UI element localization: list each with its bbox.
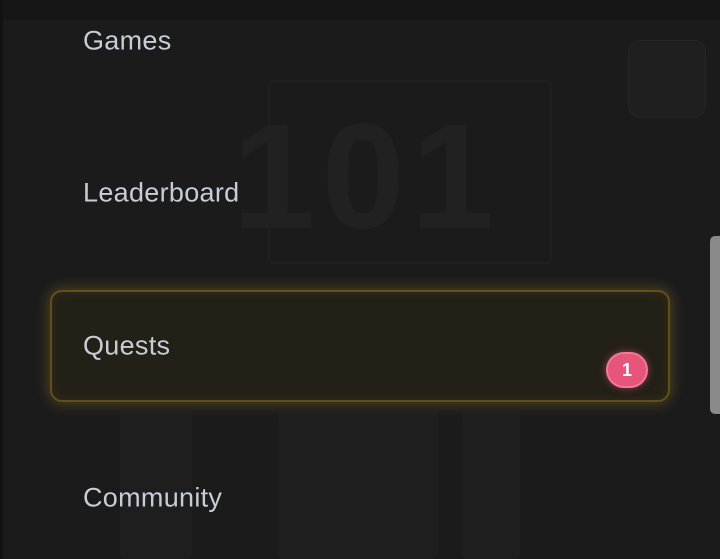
side-menu: Games Leaderboard Quests 1 Community bbox=[0, 0, 710, 559]
screen: 101 Games Leaderboard Quests 1 Community bbox=[0, 0, 720, 559]
menu-item-label: Quests bbox=[83, 330, 171, 361]
scrollbar-thumb[interactable] bbox=[710, 236, 720, 414]
menu-item-quests[interactable]: Quests 1 bbox=[50, 290, 670, 402]
menu-item-label: Leaderboard bbox=[83, 177, 240, 208]
menu-item-label: Community bbox=[83, 482, 223, 513]
menu-item-leaderboard[interactable]: Leaderboard bbox=[50, 137, 670, 249]
scrollbar[interactable] bbox=[710, 0, 720, 559]
menu-item-community[interactable]: Community bbox=[50, 442, 670, 554]
notification-badge: 1 bbox=[606, 352, 648, 388]
menu-item-label: Games bbox=[83, 25, 172, 56]
menu-item-games[interactable]: Games bbox=[50, 0, 670, 97]
